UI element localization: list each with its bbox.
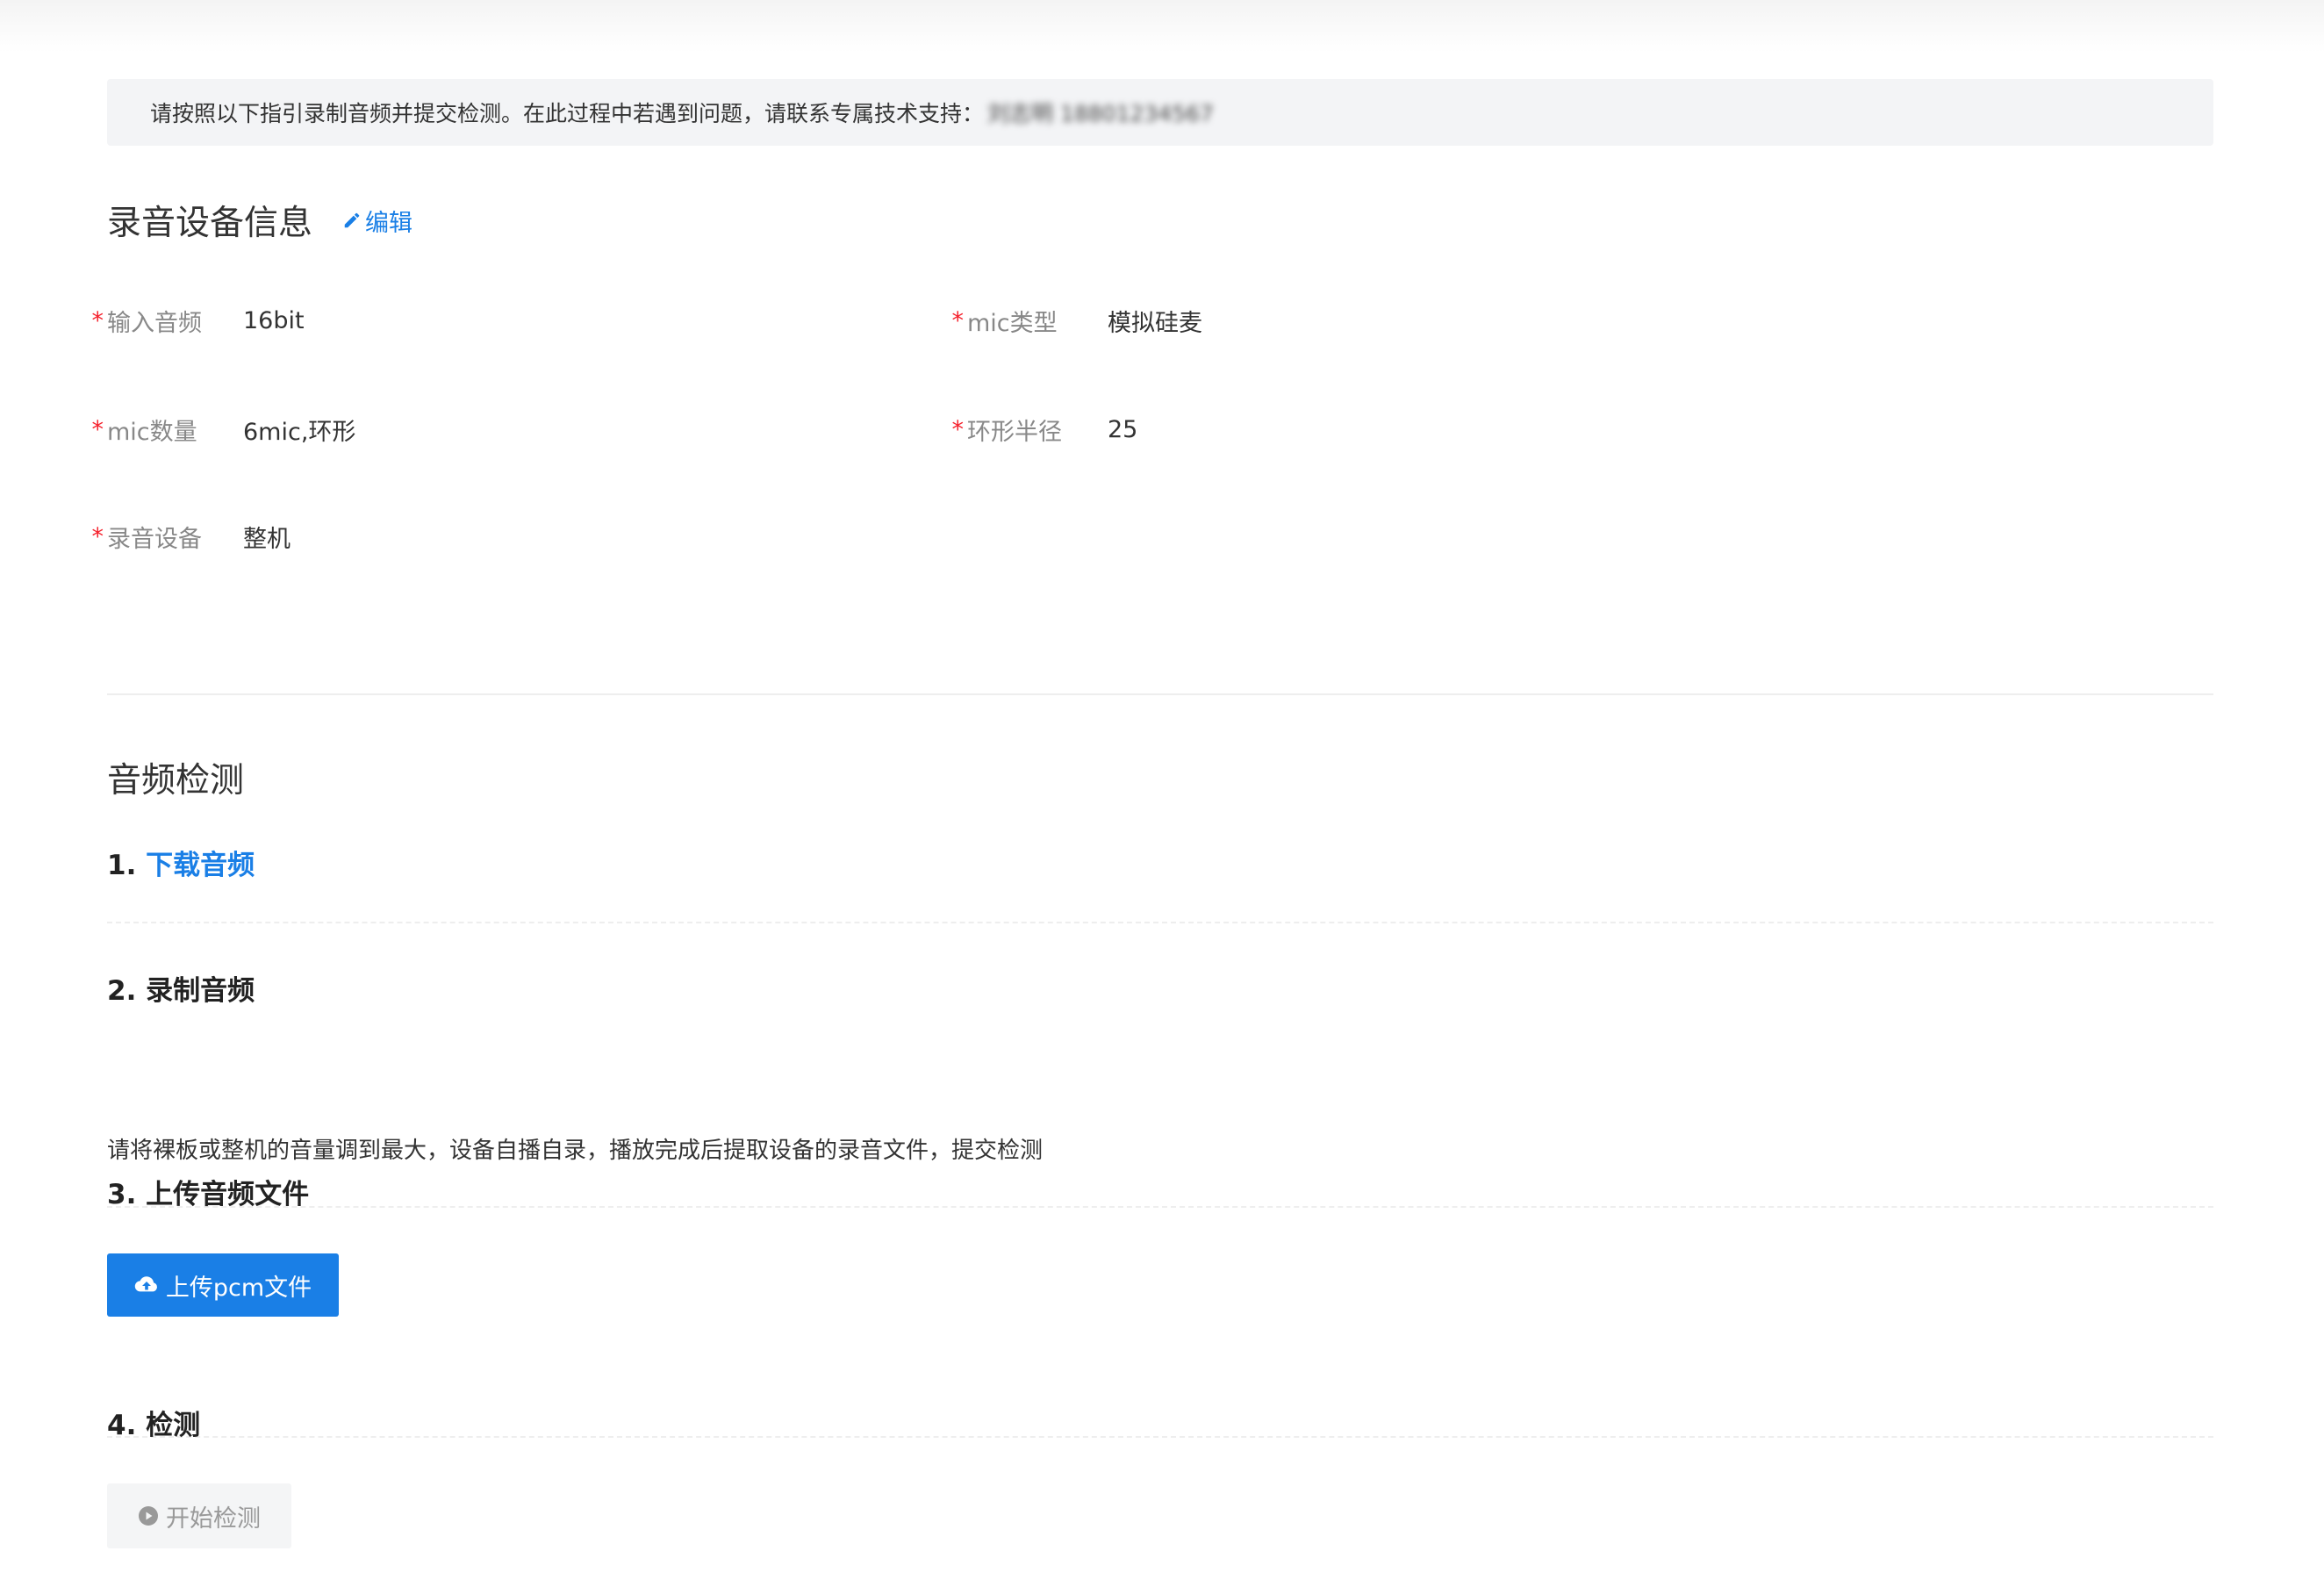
audio-check-title: 音频检测 — [107, 761, 245, 801]
edit-link[interactable]: 编辑 — [342, 204, 412, 238]
field-input-audio: * 输入音频 16bit — [86, 304, 305, 338]
field-value: 6mic,环形 — [243, 419, 356, 446]
field-label: mic类型 — [967, 310, 1058, 337]
support-contact: 刘志明 18801234567 — [987, 101, 1214, 126]
required-mark: * — [951, 416, 965, 443]
required-mark: * — [951, 307, 965, 334]
field-value: 25 — [1108, 416, 1138, 443]
device-info-header: 录音设备信息 编辑 — [107, 196, 412, 245]
download-audio-link[interactable]: 下载音频 — [146, 850, 255, 881]
field-label: 输入音频 — [107, 310, 202, 337]
step-record: 2. 录制音频 — [107, 968, 255, 1008]
page-content: 请按照以下指引录制音频并提交检测。在此过程中若遇到问题，请联系专属技术支持： 刘… — [92, 79, 2213, 1548]
device-info-title: 录音设备信息 — [107, 204, 313, 243]
upload-button-label: 上传pcm文件 — [165, 1274, 312, 1302]
start-detection-button[interactable]: 开始检测 — [107, 1483, 291, 1548]
field-label: 录音设备 — [107, 526, 202, 553]
record-instructions: 请将裸板或整机的音量调到最大，设备自播自录，播放完成后提取设备的录音文件，提交检… — [107, 1138, 1044, 1164]
field-label: mic数量 — [107, 419, 197, 446]
step-number: 3. — [107, 1179, 137, 1210]
step-divider — [107, 1436, 2213, 1438]
required-mark: * — [91, 416, 104, 443]
notice-text: 请按照以下指引录制音频并提交检测。在此过程中若遇到问题，请联系专属技术支持： — [150, 101, 985, 126]
start-button-label: 开始检测 — [166, 1504, 261, 1533]
cloud-upload-icon — [134, 1276, 157, 1292]
upload-pcm-button[interactable]: 上传pcm文件 — [107, 1253, 339, 1317]
step-download: 1. 下载音频 — [107, 843, 255, 882]
field-value: 模拟硅麦 — [1108, 310, 1202, 337]
step-divider — [107, 1206, 2213, 1208]
field-value: 整机 — [243, 526, 290, 553]
field-recording-device: * 录音设备 整机 — [86, 520, 291, 554]
top-bar — [0, 0, 2324, 53]
step-label: 检测 — [146, 1410, 201, 1441]
step-upload: 3. 上传音频文件 — [107, 1172, 309, 1211]
step-number: 1. — [107, 850, 137, 881]
field-mic-type: * mic类型 模拟硅麦 — [946, 304, 1203, 338]
required-mark: * — [91, 523, 104, 550]
step-number: 2. — [107, 975, 137, 1007]
step-label: 录制音频 — [146, 975, 255, 1007]
field-ring-radius: * 环形半径 25 — [946, 413, 1138, 447]
pencil-icon — [344, 212, 360, 228]
field-value: 16bit — [243, 307, 305, 334]
step-number: 4. — [107, 1410, 137, 1441]
play-circle-icon — [139, 1506, 158, 1526]
step-label: 上传音频文件 — [146, 1179, 310, 1210]
notice-banner: 请按照以下指引录制音频并提交检测。在此过程中若遇到问题，请联系专属技术支持： 刘… — [107, 79, 2213, 146]
section-divider — [107, 693, 2213, 695]
field-mic-count: * mic数量 6mic,环形 — [86, 413, 356, 447]
field-label: 环形半径 — [967, 419, 1062, 446]
required-mark: * — [91, 307, 104, 334]
step-divider — [107, 922, 2213, 923]
step-detect: 4. 检测 — [107, 1403, 200, 1442]
edit-label: 编辑 — [365, 209, 413, 237]
